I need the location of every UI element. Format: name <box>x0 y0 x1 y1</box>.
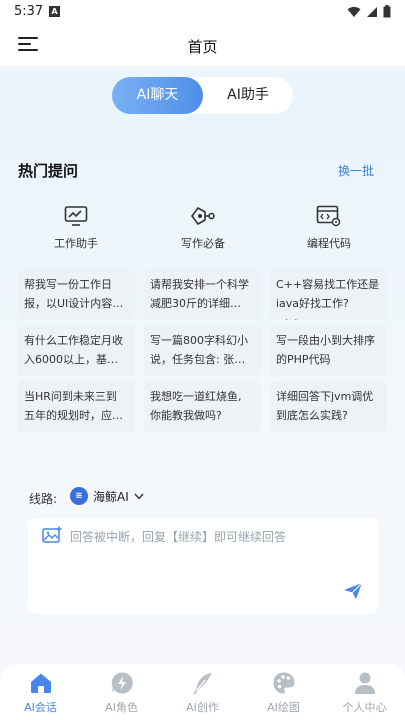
question-card[interactable]: 写一段由小到大排序 的PHP代码 <box>270 325 387 376</box>
status-bar: 5:37 A <box>0 0 405 26</box>
palette-icon <box>273 672 294 694</box>
feather-icon <box>192 673 212 695</box>
question-line: 写一段由小到大排序 <box>276 334 375 347</box>
person-icon <box>354 672 375 694</box>
question-card[interactable]: 写一篇800字科幻小 说，任务包含: 张… <box>144 325 261 376</box>
question-line: 报，以UI设计内容… <box>24 297 124 310</box>
hot-questions-title: 热门提问 <box>18 162 79 180</box>
status-time: 5:37 <box>14 4 44 19</box>
question-line: 说，任务包含: 张… <box>150 353 246 366</box>
question-line: 我想吃一道红烧鱼, <box>150 390 242 403</box>
battery-icon <box>383 5 391 18</box>
tab-ai-role[interactable]: AI角色 <box>81 670 162 715</box>
category-coding[interactable]: 编程代码 <box>284 205 374 251</box>
monitor-chart-icon <box>64 206 88 226</box>
tab-label: AI绘图 <box>267 701 300 714</box>
question-line: 写一篇800字科幻小 <box>150 334 248 347</box>
category-work-assistant[interactable]: 工作助手 <box>31 205 121 251</box>
question-line: 当HR问到未来三到 <box>24 390 117 403</box>
chat-input-placeholder[interactable]: 回答被中断，回复【继续】即可继续回答 <box>70 528 286 545</box>
category-writing[interactable]: 写作必备 <box>158 205 248 251</box>
tab-ai-chat[interactable]: AI聊天 <box>112 77 203 114</box>
chevron-down-icon <box>134 493 144 500</box>
tab-ai-drawing[interactable]: AI绘图 <box>243 670 324 715</box>
question-line: 有什么工作稳定月收 <box>24 334 123 347</box>
top-bar: 首页 <box>0 26 405 66</box>
question-line: 帮我写一份工作日 <box>24 278 112 291</box>
refresh-button[interactable]: 换一批 <box>338 162 374 179</box>
mode-toggle: AI聊天 AI助手 <box>112 77 293 114</box>
route-value: 海鲸AI <box>93 489 129 504</box>
send-icon[interactable] <box>343 582 363 600</box>
home-icon <box>30 673 51 693</box>
chat-input-box[interactable]: 回答被中断，回复【继续】即可继续回答 <box>28 518 378 614</box>
question-card[interactable]: 有什么工作稳定月收 入6000以上，基… <box>18 325 135 376</box>
category-label: 工作助手 <box>54 237 98 250</box>
question-line: 五年的规划时，应… <box>24 409 123 422</box>
question-card[interactable]: 请帮我安排一个科学 减肥30斤的详细… <box>144 269 261 320</box>
signal-icon <box>367 6 377 17</box>
wifi-icon <box>347 6 361 17</box>
question-line: 的PHP代码 <box>276 353 331 366</box>
lightning-bubble-icon <box>111 672 133 694</box>
tab-profile[interactable]: 个人中心 <box>324 670 405 715</box>
route-label: 线路: <box>29 492 58 506</box>
haijing-logo-icon: ≋ <box>70 487 88 505</box>
question-line: 详细回答下jvm调优 <box>276 390 374 403</box>
question-card[interactable]: 帮我写一份工作日 报，以UI设计内容… <box>18 269 135 320</box>
code-window-icon <box>316 205 341 227</box>
question-line: 减肥30斤的详细… <box>150 297 241 310</box>
question-card[interactable]: 详细回答下jvm调优 到底怎么实践? <box>270 381 387 432</box>
bottom-tab-bar: AI会话 AI角色 AI创作 AI绘图 个人中心 <box>0 664 405 720</box>
page-title: 首页 <box>187 38 218 56</box>
question-card[interactable]: 我想吃一道红烧鱼, 你能教我做吗? <box>144 381 261 432</box>
question-card[interactable]: C++容易找工作还是 iava好找工作?c++… <box>270 269 387 320</box>
pen-nib-icon <box>191 207 215 225</box>
question-line: iava好找工作?c++… <box>276 297 349 320</box>
route-selector[interactable]: ≋ 海鲸AI <box>70 487 144 505</box>
category-label: 写作必备 <box>181 237 225 250</box>
category-label: 编程代码 <box>307 237 351 250</box>
tab-label: 个人中心 <box>342 701 387 714</box>
question-line: 请帮我安排一个科学 <box>150 278 249 291</box>
tab-ai-assistant[interactable]: AI助手 <box>203 77 293 114</box>
image-upload-icon[interactable] <box>42 526 63 544</box>
question-line: 入6000以上，基… <box>24 353 118 366</box>
notification-icon: A <box>49 6 60 17</box>
status-icons <box>347 5 391 18</box>
tab-ai-session[interactable]: AI会话 <box>0 670 81 715</box>
tab-label: AI创作 <box>186 701 219 714</box>
question-line: 你能教我做吗? <box>150 409 222 422</box>
tab-label: AI会话 <box>24 701 57 714</box>
tab-label: AI角色 <box>105 701 138 714</box>
question-line: C++容易找工作还是 <box>276 278 380 291</box>
question-line: 到底怎么实践? <box>276 409 348 422</box>
tab-ai-creation[interactable]: AI创作 <box>162 670 243 715</box>
question-card[interactable]: 当HR问到未来三到 五年的规划时，应… <box>18 381 135 432</box>
